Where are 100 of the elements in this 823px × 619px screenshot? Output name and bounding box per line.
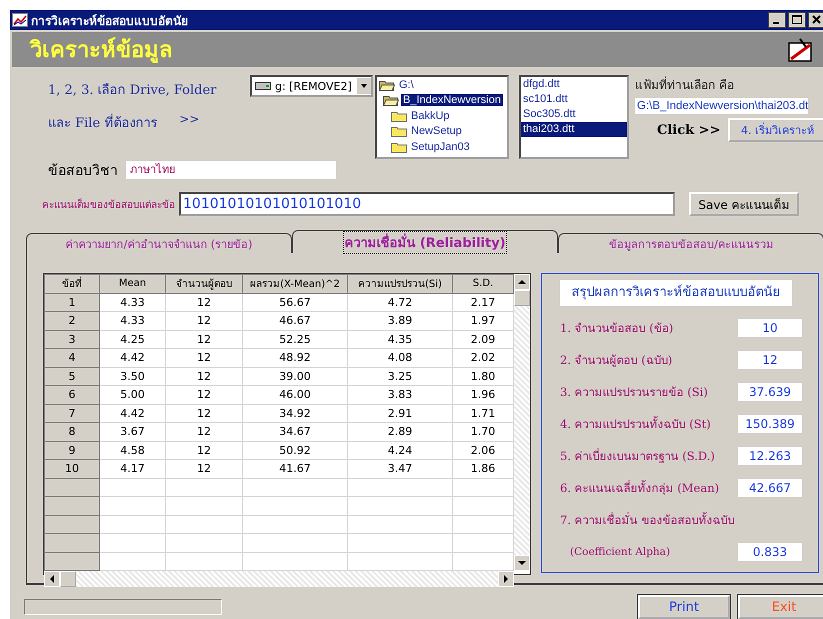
summary-label: 3. ความแปรปรวนรายข้อ (Si): [560, 384, 708, 401]
table-cell: 56.67: [242, 293, 348, 312]
summary-label: 5. ค่าเบี่ยงเบนมาตรฐาน (S.D.): [560, 447, 715, 465]
summary-value: 150.389: [738, 415, 802, 433]
summary-value: 10: [738, 319, 802, 337]
file-item[interactable]: Soc305.dtt: [521, 107, 627, 122]
vertical-scrollbar[interactable]: [514, 274, 530, 571]
chosen-file-path: G:\B_IndexNewversion\thai203.dt: [635, 98, 808, 114]
scroll-left-icon[interactable]: [44, 571, 60, 587]
table-cell: 4.08: [348, 348, 452, 367]
folder-item[interactable]: BakkUp: [409, 110, 452, 122]
scroll-thumb[interactable]: [514, 290, 530, 306]
table-cell: 12: [166, 348, 242, 367]
row-header: 3: [44, 330, 100, 348]
table-cell: 4.42: [100, 348, 166, 367]
summary-value: 0.833: [738, 543, 802, 561]
subject-label: ข้อสอบวิชา: [48, 162, 118, 181]
minimize-icon[interactable]: [768, 12, 786, 28]
row-header: [44, 552, 100, 570]
table-cell: 12: [166, 441, 242, 460]
row-header: 6: [44, 386, 100, 404]
row-header: [44, 496, 100, 515]
column-header: ความแปรปรวน(Si): [348, 274, 452, 293]
scroll-down-icon[interactable]: [514, 555, 530, 571]
column-header: ข้อที่: [44, 274, 100, 293]
maximize-icon[interactable]: [788, 12, 806, 28]
folder-item[interactable]: G:\: [397, 78, 416, 91]
step-instruction: 1, 2, 3. เลือก Drive, Folder: [48, 82, 218, 100]
table-cell: 4.17: [100, 460, 166, 478]
table-cell: 3.83: [348, 386, 452, 404]
table-cell: 41.67: [242, 460, 348, 478]
table-cell: 48.92: [242, 348, 348, 367]
click-label: Click >>: [657, 122, 720, 138]
table-cell: 12: [166, 460, 242, 478]
row-header: [44, 534, 100, 552]
row-header: 8: [44, 422, 100, 441]
summary-label: 1. จำนวนข้อสอบ (ข้อ): [560, 320, 674, 337]
table-cell: 34.67: [242, 422, 348, 441]
header-title: วิเคราะห์ข้อมูล: [30, 36, 172, 65]
table-cell: 12: [166, 312, 242, 330]
scroll-right-icon[interactable]: [498, 571, 514, 587]
folder-item[interactable]: SetupJan03: [409, 140, 472, 153]
folder-item[interactable]: NewSetup: [409, 125, 464, 138]
row-header: [44, 515, 100, 534]
table-cell: 4.33: [100, 312, 166, 330]
step-instruction: และ File ที่ต้องการ: [48, 112, 158, 133]
table-cell: 3.89: [348, 312, 452, 330]
row-header: 7: [44, 404, 100, 422]
summary-value: 37.639: [738, 383, 802, 401]
scroll-up-icon[interactable]: [514, 274, 530, 290]
analyze-button[interactable]: 4. เริ่มวิเคราะห์: [728, 118, 823, 142]
row-header: [44, 478, 100, 496]
summary-value: 12.263: [738, 447, 802, 465]
table-cell: 4.24: [348, 441, 452, 460]
table-cell: 12: [166, 293, 242, 312]
chosen-file-label: แฟ้มที่ท่านเลือก คือ: [635, 76, 735, 94]
save-button[interactable]: Save คะแนนเต็ม: [689, 192, 799, 216]
row-header: 5: [44, 367, 100, 386]
table-cell: 4.58: [100, 441, 166, 460]
tab[interactable]: ความเชื่อมั่น (Reliability): [292, 230, 558, 253]
table-cell: 3.67: [100, 422, 166, 441]
summary-label: (Coefficient Alpha): [569, 546, 670, 558]
table-cell: 3.47: [348, 460, 452, 478]
tab[interactable]: ค่าความยาก/ค่าอำนาจจำแนก (รายข้อ): [26, 233, 292, 253]
table-cell: 2.91: [348, 404, 452, 422]
table-cell: 39.00: [242, 367, 348, 386]
print-button[interactable]: Print: [638, 595, 730, 619]
table-cell: 4.33: [100, 293, 166, 312]
table-cell: 50.92: [242, 441, 348, 460]
subject-field[interactable]: ภาษาไทย: [126, 161, 336, 179]
close-icon[interactable]: [808, 12, 823, 28]
table-cell: 12: [166, 422, 242, 441]
scroll-thumb[interactable]: [60, 571, 76, 587]
table-cell: 4.42: [100, 404, 166, 422]
file-item[interactable]: thai203.dtt: [521, 122, 627, 137]
column-header: Mean: [100, 274, 166, 293]
table-cell: 3.50: [100, 367, 166, 386]
file-item[interactable]: dfgd.dtt: [521, 77, 627, 92]
folder-item[interactable]: B_IndexNewversion: [401, 94, 503, 106]
summary-label: 6. คะแนนเฉลี่ยทั้งกลุ่ม (Mean): [560, 479, 720, 497]
table-cell: 46.00: [242, 386, 348, 404]
file-item[interactable]: sc101.dtt: [521, 92, 627, 107]
drive-dropdown[interactable]: g: [REMOVE2]: [250, 75, 373, 97]
tab[interactable]: ข้อมูลการตอบข้อสอบ/คะแนนรวม: [558, 233, 823, 253]
summary-label: 7. ความเชื่อมั่น ของข้อสอบทั้งฉบับ: [560, 511, 734, 529]
table-cell: 12: [166, 404, 242, 422]
summary-value: 42.667: [738, 479, 802, 497]
chart-icon: [12, 13, 28, 27]
table-cell: 4.72: [348, 293, 452, 312]
summary-title: สรุปผลการวิเคราะห์ข้อสอบแบบอัตนัย: [560, 280, 792, 306]
arrow-label: >>: [179, 112, 200, 128]
table-cell: 3.25: [348, 367, 452, 386]
window-title: การวิเคราะห์ข้อสอบแบบอัตนัย: [31, 12, 189, 30]
table-cell: 34.92: [242, 404, 348, 422]
table-cell: 4.25: [100, 330, 166, 348]
table-cell: 46.67: [242, 312, 348, 330]
table-cell: 5.00: [100, 386, 166, 404]
full-score-field[interactable]: 10101010101010101010: [179, 192, 675, 216]
column-header: S.D.: [452, 274, 514, 293]
table-cell: 12: [166, 330, 242, 348]
